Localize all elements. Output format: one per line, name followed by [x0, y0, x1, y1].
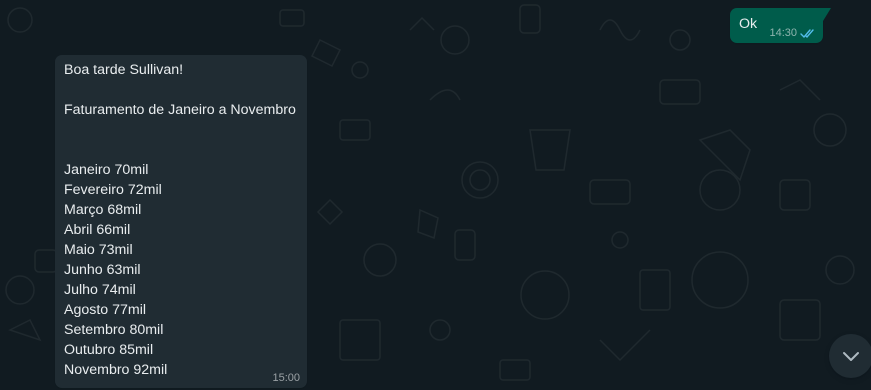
message-line: Julho 74mil: [64, 282, 136, 298]
bubble-tail: [823, 8, 831, 21]
message-line: [64, 140, 298, 160]
incoming-message-text: Boa tarde Sullivan! Faturamento de Janei…: [64, 60, 298, 380]
outgoing-message-text: Ok: [739, 16, 758, 32]
message-line: Novembro 92mil: [64, 362, 168, 378]
message-line: Agosto 77mil: [64, 302, 147, 318]
message-line: Boa tarde Sullivan!: [64, 62, 184, 78]
message-line: Faturamento de Janeiro a Novembro: [64, 102, 296, 118]
message-line: Janeiro 70mil: [64, 162, 149, 178]
chevron-down-icon: [843, 352, 859, 361]
incoming-message-bubble[interactable]: Boa tarde Sullivan! Faturamento de Janei…: [55, 55, 307, 388]
outgoing-message-time: 14:30: [769, 27, 797, 39]
outgoing-message-bubble[interactable]: Ok 14:30: [730, 8, 831, 43]
message-line: Maio 73mil: [64, 242, 133, 258]
incoming-message-time: 15:00: [272, 372, 300, 384]
outgoing-message-meta: 14:30: [769, 27, 816, 39]
message-line: Fevereiro 72mil: [64, 182, 162, 198]
double-check-read-icon: [800, 28, 814, 38]
message-line: [64, 80, 298, 100]
message-line: [64, 120, 298, 140]
message-line: Abril 66mil: [64, 222, 131, 238]
message-line: Setembro 80mil: [64, 322, 164, 338]
message-line: Junho 63mil: [64, 262, 141, 278]
message-line: Outubro 85mil: [64, 342, 154, 358]
message-line: Março 68mil: [64, 202, 142, 218]
scroll-to-bottom-button[interactable]: [829, 334, 871, 378]
